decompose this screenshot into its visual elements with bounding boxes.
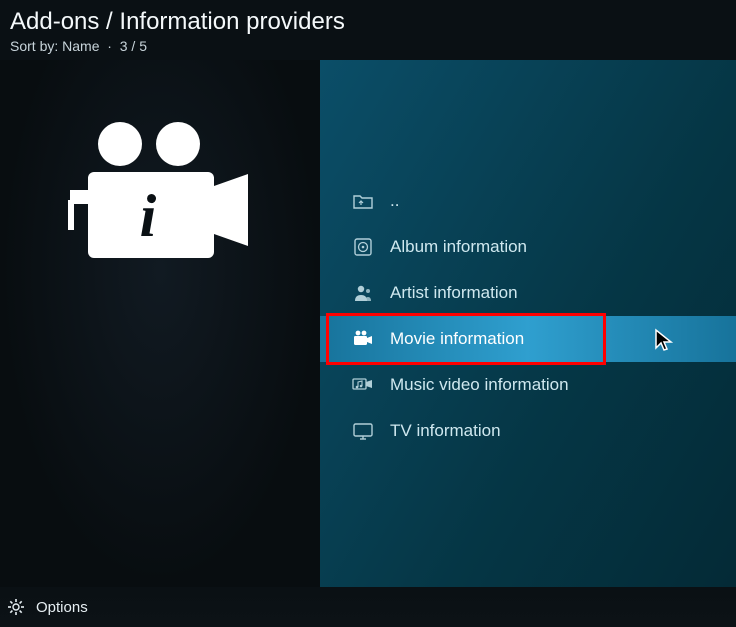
options-label: Options [36, 599, 88, 616]
svg-text:i: i [140, 183, 157, 249]
movie-icon [352, 328, 374, 350]
tv-icon [352, 420, 374, 442]
folder-up-icon [352, 190, 374, 212]
list-item-label: Artist information [390, 283, 518, 303]
list-item-movie[interactable]: Movie information [320, 316, 736, 362]
list-item-artist[interactable]: Artist information [320, 270, 736, 316]
content: i .. Album information Artist informatio… [0, 60, 736, 587]
page-subtitle: Sort by: Name · 3 / 5 [10, 38, 345, 54]
list-item-music-video[interactable]: Music video information [320, 362, 736, 408]
list-panel: .. Album information Artist information … [320, 60, 736, 587]
header: Add-ons / Information providers Sort by:… [10, 8, 345, 54]
list-item-label: .. [390, 191, 399, 211]
category-art-icon: i [60, 120, 250, 280]
cursor-icon [654, 328, 676, 359]
sort-value: Name [62, 38, 99, 54]
list-item-label: Movie information [390, 329, 524, 349]
list-item-label: Music video information [390, 375, 569, 395]
list-item-parent[interactable]: .. [320, 178, 736, 224]
options-icon [6, 597, 26, 617]
music-video-icon [352, 374, 374, 396]
album-icon [352, 236, 374, 258]
list-item-tv[interactable]: TV information [320, 408, 736, 454]
left-panel: i [0, 60, 320, 587]
list-item-label: TV information [390, 421, 501, 441]
sort-label: Sort by: [10, 38, 58, 54]
footer-bar[interactable]: Options [0, 587, 736, 627]
list-item-label: Album information [390, 237, 527, 257]
artist-icon [352, 282, 374, 304]
page-title: Add-ons / Information providers [10, 8, 345, 36]
position-indicator: 3 / 5 [120, 38, 147, 54]
list-item-album[interactable]: Album information [320, 224, 736, 270]
